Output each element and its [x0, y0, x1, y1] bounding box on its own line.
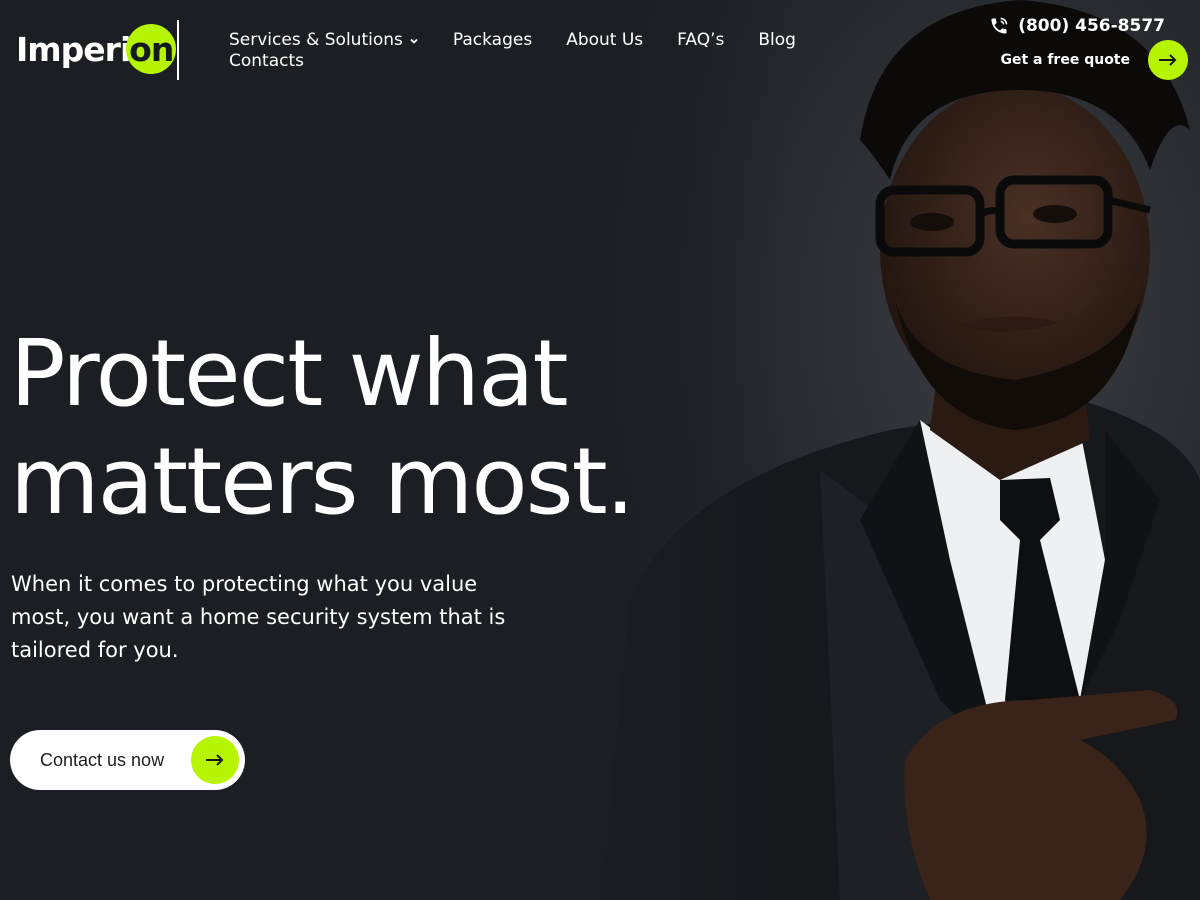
chevron-down-icon — [410, 38, 418, 44]
free-quote-button[interactable]: Get a free quote — [1000, 40, 1188, 80]
phone-number: (800) 456-8577 — [1018, 16, 1165, 36]
nav-item-contacts[interactable]: Contacts — [229, 51, 304, 72]
nav-item-about[interactable]: About Us — [566, 30, 643, 51]
logo-badge: on — [126, 24, 177, 74]
main-nav: Services & Solutions Packages About Us F… — [229, 30, 829, 72]
headline-line-1: Protect what — [10, 320, 569, 427]
logo-text: Imperi — [16, 29, 131, 69]
phone-icon — [991, 17, 1008, 34]
arrow-right-icon — [191, 736, 239, 784]
nav-item-label: Contacts — [229, 51, 304, 71]
headline-line-2: matters most. — [10, 428, 635, 535]
hero-subtext: When it comes to protecting what you val… — [11, 572, 506, 662]
arrow-right-icon — [1148, 40, 1188, 80]
nav-item-label: About Us — [566, 30, 644, 50]
nav-item-label: Services & Solutions — [229, 30, 403, 50]
nav-item-label: Packages — [452, 30, 533, 50]
hero-headline: Protect what matters most. — [10, 320, 710, 536]
logo-divider — [177, 20, 179, 80]
contact-us-button[interactable]: Contact us now — [10, 730, 245, 790]
brand-logo[interactable]: Imperi on — [16, 24, 177, 74]
free-quote-label: Get a free quote — [1000, 52, 1130, 68]
nav-item-services[interactable]: Services & Solutions — [229, 30, 419, 51]
phone-link[interactable]: (800) 456-8577 — [989, 16, 1165, 36]
nav-item-blog[interactable]: Blog — [758, 30, 796, 51]
nav-item-faq[interactable]: FAQ’s — [677, 30, 724, 51]
nav-item-packages[interactable]: Packages — [453, 30, 532, 51]
nav-item-label: Blog — [758, 30, 796, 50]
nav-item-label: FAQ’s — [677, 30, 725, 50]
contact-us-label: Contact us now — [40, 749, 165, 770]
